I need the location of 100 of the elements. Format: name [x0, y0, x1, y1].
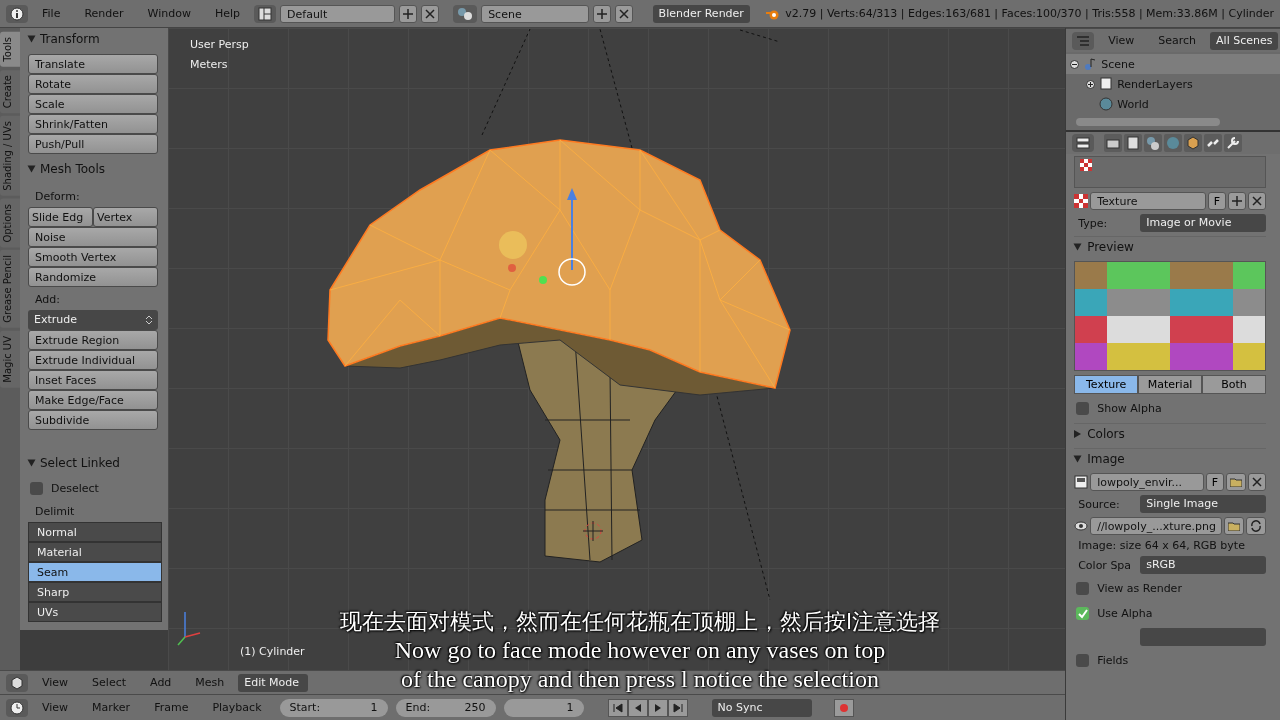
delimit-option[interactable]: UVs [28, 602, 162, 622]
preview-tab[interactable]: Both [1202, 375, 1266, 394]
tool-button[interactable]: Vertex [93, 207, 158, 227]
delimit-option[interactable]: Seam [28, 562, 162, 582]
scrollbar[interactable] [1076, 118, 1220, 126]
disclosure-triangle-icon[interactable] [1073, 455, 1082, 463]
image-icon[interactable] [1124, 134, 1143, 152]
checkbox[interactable] [1076, 607, 1090, 620]
menu-item[interactable]: View [32, 676, 79, 689]
end-frame-field[interactable]: End: 250 [395, 698, 496, 717]
delimit-option[interactable]: Material [28, 542, 162, 562]
checkbox[interactable] [1076, 402, 1090, 415]
open-file-button[interactable] [1224, 517, 1244, 535]
clock-icon[interactable] [6, 698, 28, 717]
preview-tab[interactable]: Material [1138, 375, 1203, 394]
tool-button[interactable]: Push/Pull [28, 134, 158, 154]
color-space-dropdown[interactable]: sRGB [1140, 556, 1266, 574]
checkbox[interactable] [1076, 582, 1090, 595]
outliner-row[interactable]: Scene [1066, 54, 1280, 74]
sync-dropdown[interactable]: No Sync [711, 698, 812, 717]
checkbox[interactable] [30, 482, 43, 495]
spheres-icon[interactable] [453, 4, 478, 23]
tool-button[interactable]: Extrude Region [28, 330, 158, 350]
tool-button[interactable]: Extrude Individual [28, 350, 158, 370]
fake-user-button[interactable]: F [1206, 473, 1224, 491]
camera-icon[interactable] [1104, 134, 1123, 152]
current-frame-field[interactable]: 1 [503, 698, 584, 717]
scene-field[interactable]: Scene [481, 4, 589, 23]
outliner-row[interactable]: World [1066, 94, 1280, 114]
link-icon[interactable] [1204, 134, 1223, 152]
delimit-option[interactable]: Normal [28, 522, 162, 542]
tool-button[interactable]: Noise [28, 227, 158, 247]
checkbox[interactable] [1076, 654, 1090, 667]
jump-start-button[interactable] [607, 698, 628, 717]
menu-item[interactable]: Help [204, 7, 251, 20]
menu-item[interactable]: Window [137, 7, 201, 20]
menu-item[interactable]: Frame [144, 701, 199, 714]
menu-item[interactable]: File [32, 7, 71, 20]
image-name-field[interactable]: lowpoly_envir... [1090, 473, 1204, 491]
play-reverse-button[interactable] [627, 698, 648, 717]
cube-icon[interactable] [6, 673, 28, 692]
tool-button[interactable]: Make Edge/Face [28, 390, 158, 410]
fake-user-button[interactable]: F [1208, 192, 1226, 210]
filter-dropdown[interactable]: All Scenes [1210, 31, 1279, 50]
disclosure-triangle-icon[interactable] [1073, 243, 1082, 251]
open-file-button[interactable] [1226, 473, 1246, 491]
render-engine-dropdown[interactable]: Blender Render [652, 4, 750, 23]
disclosure-triangle-icon[interactable] [1074, 430, 1082, 438]
preview-tab[interactable]: Texture [1074, 375, 1139, 394]
extrude-dropdown[interactable]: Extrude [28, 310, 158, 330]
layout-field[interactable]: Default [280, 4, 396, 23]
record-button[interactable] [833, 698, 854, 717]
reload-button[interactable] [1246, 517, 1266, 535]
tool-button[interactable]: Translate [28, 54, 158, 74]
eye-icon[interactable] [1074, 519, 1089, 533]
jump-end-button[interactable] [667, 698, 688, 717]
tool-button[interactable]: Inset Faces [28, 370, 158, 390]
expand-toggle-icon[interactable] [1086, 79, 1096, 89]
tool-button[interactable]: Randomize [28, 267, 158, 287]
image-icon[interactable] [1074, 475, 1089, 489]
texture-name-field[interactable]: Texture [1090, 192, 1206, 210]
source-dropdown[interactable]: Single Image [1140, 495, 1266, 513]
disclosure-triangle-icon[interactable] [27, 459, 36, 467]
menu-item[interactable]: Render [74, 7, 134, 20]
list-icon[interactable] [1072, 31, 1095, 50]
delimit-option[interactable]: Sharp [28, 582, 162, 602]
tool-button[interactable]: Rotate [28, 74, 158, 94]
add-button[interactable] [399, 4, 418, 23]
disclosure-triangle-icon[interactable] [27, 35, 36, 43]
menu-item[interactable]: Mesh [185, 676, 235, 689]
checker-icon[interactable] [1074, 194, 1089, 208]
menu-item[interactable]: View [32, 701, 79, 714]
menu-item[interactable]: Search [1148, 34, 1207, 47]
menu-item[interactable]: Marker [82, 701, 141, 714]
tool-tab[interactable]: Tools [0, 32, 20, 67]
dropdown-field[interactable] [1140, 628, 1266, 646]
outliner-row[interactable]: RenderLayers [1066, 74, 1280, 94]
add-button[interactable] [1228, 192, 1246, 210]
disclosure-triangle-icon[interactable] [27, 165, 36, 173]
layout-icon[interactable] [254, 4, 277, 23]
menu-item[interactable]: Add [140, 676, 182, 689]
cube-icon[interactable] [1184, 134, 1203, 152]
spheres-icon[interactable] [1144, 134, 1163, 152]
info-icon[interactable] [6, 4, 28, 23]
tool-button[interactable]: Subdivide [28, 410, 158, 430]
mode-dropdown[interactable]: Edit Mode [238, 673, 309, 692]
close-button[interactable] [1248, 473, 1266, 491]
expand-toggle-icon[interactable] [1070, 59, 1080, 69]
play-button[interactable] [647, 698, 668, 717]
tool-button[interactable]: Slide Edg [28, 207, 93, 227]
add-button[interactable] [592, 4, 611, 23]
menu-item[interactable]: Playback [202, 701, 272, 714]
close-button[interactable] [614, 4, 633, 23]
menu-item[interactable]: Select [82, 676, 137, 689]
type-dropdown[interactable]: Image or Movie [1140, 214, 1266, 232]
tool-button[interactable]: Shrink/Fatten [28, 114, 158, 134]
wrench-icon[interactable] [1224, 134, 1243, 152]
properties-icon[interactable] [1072, 134, 1095, 152]
close-button[interactable] [1248, 192, 1266, 210]
close-button[interactable] [421, 4, 440, 23]
